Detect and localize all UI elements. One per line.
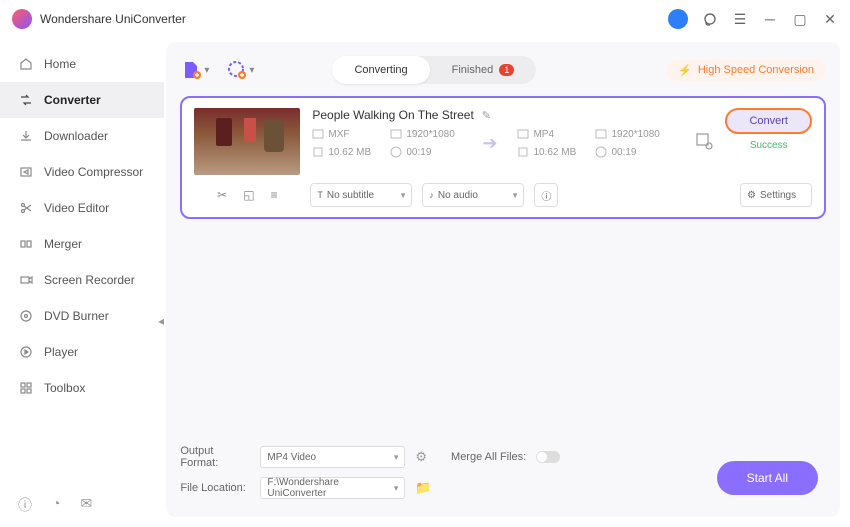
sidebar-item-home[interactable]: Home (0, 46, 164, 82)
sidebar-item-editor[interactable]: Video Editor (0, 190, 164, 226)
sidebar-item-recorder[interactable]: Screen Recorder (0, 262, 164, 298)
tab-segment: Converting Finished1 (332, 56, 536, 84)
merge-label: Merge All Files: (451, 451, 526, 463)
support-icon[interactable] (702, 11, 718, 27)
sidebar-item-toolbox[interactable]: Toolbox (0, 370, 164, 406)
src-resolution: 1920*1080 (406, 129, 454, 140)
status-label: Success (750, 140, 788, 151)
bolt-icon: ⚡ (678, 64, 692, 77)
crop-icon[interactable]: ◱ (243, 188, 254, 202)
file-title: People Walking On The Street (312, 108, 473, 122)
output-settings-icon[interactable] (695, 132, 713, 155)
sidebar-item-player[interactable]: Player (0, 334, 164, 370)
tab-finished[interactable]: Finished1 (430, 56, 537, 84)
sidebar-item-label: Home (44, 57, 76, 71)
sidebar-item-label: Video Editor (44, 201, 109, 215)
settings-button[interactable]: ⚙Settings (740, 183, 812, 207)
sidebar-item-label: Player (44, 345, 78, 359)
merge-icon (18, 236, 34, 252)
dst-duration: 00:19 (611, 147, 636, 158)
converter-icon (18, 92, 34, 108)
location-select[interactable]: F:\Wondershare UniConverter (260, 477, 405, 499)
src-size: 10.62 MB (328, 147, 371, 158)
sidebar-item-label: DVD Burner (44, 309, 109, 323)
effects-icon[interactable]: ≡ (271, 188, 278, 202)
add-url-button[interactable]: ▾ (227, 60, 254, 80)
src-duration: 00:19 (406, 147, 431, 158)
sidebar-item-label: Screen Recorder (44, 273, 135, 287)
convert-button[interactable]: Convert (725, 108, 812, 134)
app-title: Wondershare UniConverter (40, 12, 668, 26)
maximize-icon[interactable]: ▢ (792, 11, 808, 27)
sidebar-item-label: Video Compressor (44, 165, 143, 179)
disc-icon (18, 308, 34, 324)
start-all-button[interactable]: Start All (717, 461, 818, 495)
scissors-icon (18, 200, 34, 216)
sidebar-item-compressor[interactable]: Video Compressor (0, 154, 164, 190)
sidebar-item-merger[interactable]: Merger (0, 226, 164, 262)
sidebar-item-converter[interactable]: Converter (0, 82, 164, 118)
collapse-sidebar-icon[interactable]: ◂ (158, 314, 164, 328)
output-format-select[interactable]: MP4 Video (260, 446, 405, 468)
dst-resolution: 1920*1080 (611, 129, 659, 140)
sidebar-item-downloader[interactable]: Downloader (0, 118, 164, 154)
app-logo (12, 9, 32, 29)
location-label: File Location: (180, 482, 250, 494)
trim-icon[interactable]: ✂ (217, 188, 227, 202)
sidebar-item-label: Merger (44, 237, 82, 251)
minimize-icon[interactable]: ─ (762, 11, 778, 27)
close-icon[interactable]: ✕ (822, 11, 838, 27)
sidebar-item-label: Downloader (44, 129, 108, 143)
audio-select[interactable]: ♪No audio (422, 183, 524, 207)
feedback-icon[interactable]: ✉ (80, 495, 92, 515)
sidebar-item-dvd[interactable]: DVD Burner (0, 298, 164, 334)
user-avatar[interactable] (668, 9, 688, 29)
play-icon (18, 344, 34, 360)
main-panel: ▾ ▾ Converting Finished1 ⚡ High Speed Co… (166, 42, 840, 517)
rename-icon[interactable]: ✎ (482, 109, 491, 122)
open-folder-icon[interactable]: 📁 (415, 480, 431, 496)
high-speed-toggle[interactable]: ⚡ High Speed Conversion (666, 60, 826, 81)
dst-format: MP4 (533, 129, 554, 140)
format-settings-icon[interactable]: ⚙ (415, 449, 427, 465)
finished-count-badge: 1 (499, 64, 514, 76)
merge-toggle[interactable] (536, 451, 560, 463)
dst-size: 10.62 MB (533, 147, 576, 158)
tab-converting[interactable]: Converting (332, 56, 429, 84)
compress-icon (18, 164, 34, 180)
src-format: MXF (328, 129, 349, 140)
grid-icon (18, 380, 34, 396)
bell-icon[interactable]: ◔ (52, 495, 60, 515)
arrow-icon: ➔ (482, 133, 497, 154)
output-format-label: Output Format: (180, 445, 250, 469)
record-icon (18, 272, 34, 288)
add-file-button[interactable]: ▾ (180, 59, 209, 81)
video-thumbnail[interactable] (194, 108, 300, 175)
subtitle-select[interactable]: TNo subtitle (310, 183, 412, 207)
download-icon (18, 128, 34, 144)
sidebar-item-label: Toolbox (44, 381, 85, 395)
sidebar: Home Converter Downloader Video Compress… (0, 38, 164, 527)
info-button[interactable]: ⓘ (534, 183, 558, 207)
sidebar-item-label: Converter (44, 93, 101, 107)
file-card: People Walking On The Street ✎ MXF 1920*… (180, 96, 826, 219)
home-icon (18, 56, 34, 72)
menu-icon[interactable]: ☰ (732, 11, 748, 27)
help-icon[interactable]: ⓘ (18, 495, 32, 515)
